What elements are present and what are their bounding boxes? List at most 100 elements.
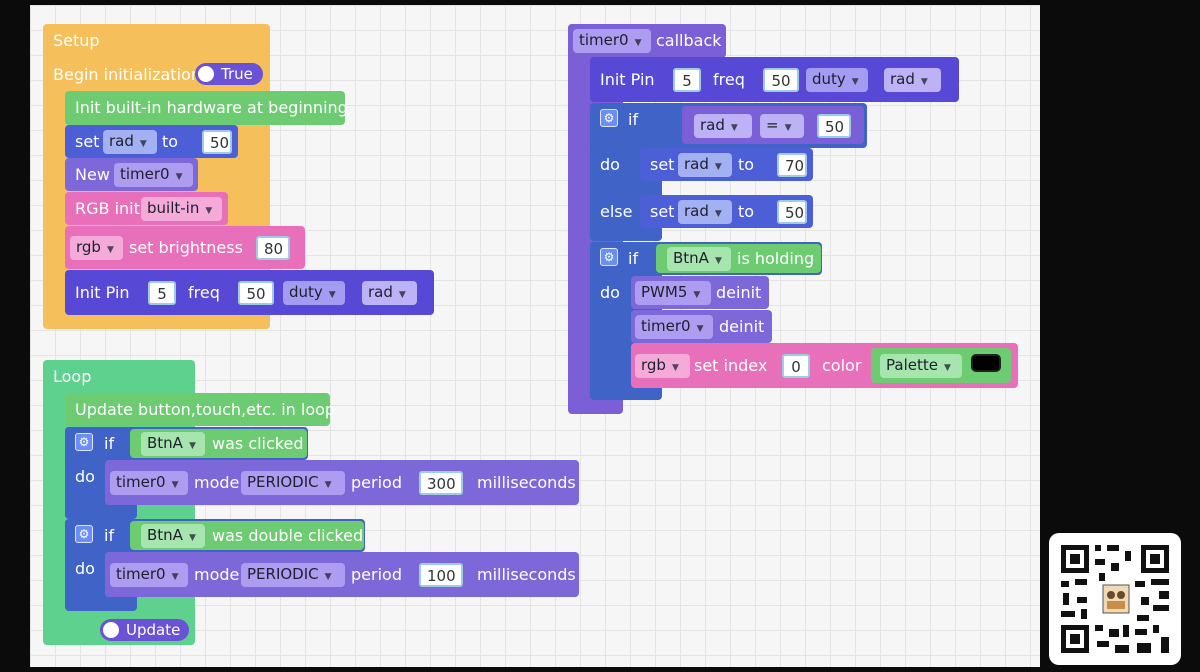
dropdown-arrow-icon: ▼ [171, 572, 179, 582]
dropdown-arrow-icon: ▼ [175, 172, 183, 182]
set-variable-dropdown[interactable]: rad ▼ [678, 200, 732, 224]
period-input[interactable]: 100 [419, 563, 463, 587]
do-keyword: do [75, 467, 95, 486]
mode-keyword: mode [194, 565, 240, 584]
freq-input[interactable]: 50 [763, 68, 799, 92]
rgb-init-dropdown[interactable]: built-in ▼ [141, 197, 222, 221]
palette-dropdown[interactable]: Palette ▼ [880, 354, 962, 378]
duty-variable-dropdown[interactable]: rad ▼ [884, 68, 941, 92]
freq-keyword: freq [188, 283, 220, 302]
freq-input[interactable]: 50 [238, 281, 274, 305]
set-keyword: set [650, 202, 675, 221]
btn-dropdown[interactable]: BtnA ▼ [667, 247, 731, 271]
duty-variable-dropdown[interactable]: rad ▼ [362, 281, 417, 305]
qr-code [1049, 533, 1181, 665]
dropdown-arrow-icon: ▼ [324, 572, 332, 582]
period-keyword: period [351, 565, 402, 584]
set-value-input[interactable]: 50 [777, 200, 807, 224]
do-keyword: do [600, 283, 620, 302]
new-keyword: New [75, 165, 110, 184]
compare-value-input[interactable]: 50 [817, 114, 851, 138]
dropdown-arrow-icon: ▼ [398, 290, 406, 300]
dropdown-arrow-icon: ▼ [943, 363, 951, 373]
callback-timer-dropdown[interactable]: timer0 ▼ [573, 29, 651, 53]
btn-dropdown[interactable]: BtnA ▼ [141, 524, 205, 548]
deinit-keyword: deinit [719, 317, 765, 336]
init-hw-label: Init built-in hardware at beginning [75, 98, 348, 117]
set-variable-dropdown[interactable]: rad ▼ [678, 153, 732, 177]
to-keyword: to [162, 132, 179, 151]
dropdown-arrow-icon: ▼ [714, 209, 722, 219]
dropdown-arrow-icon: ▼ [714, 162, 722, 172]
brightness-input[interactable]: 80 [256, 236, 290, 260]
compare-left-dropdown[interactable]: rad ▼ [694, 114, 752, 138]
dropdown-arrow-icon: ▼ [634, 38, 642, 48]
dropdown-arrow-icon: ▼ [188, 533, 196, 543]
dropdown-arrow-icon: ▼ [106, 245, 114, 255]
duty-dropdown[interactable]: duty ▼ [806, 68, 868, 92]
period-input[interactable]: 300 [419, 471, 463, 495]
pin-input[interactable]: 5 [148, 281, 176, 305]
dropdown-arrow-icon: ▼ [188, 441, 196, 451]
set-value-input[interactable]: 70 [777, 153, 807, 177]
duty-dropdown[interactable]: duty ▼ [283, 281, 345, 305]
period-keyword: period [351, 473, 402, 492]
mode-dropdown[interactable]: PERIODIC ▼ [241, 563, 345, 587]
callback-keyword: callback [656, 31, 722, 50]
set-keyword: set [75, 132, 100, 151]
if-keyword: if [628, 110, 639, 129]
dropdown-arrow-icon: ▼ [693, 290, 701, 300]
gear-icon[interactable]: ⚙ [75, 525, 93, 543]
gear-icon[interactable]: ⚙ [600, 109, 618, 127]
freq-keyword: freq [713, 70, 745, 89]
dropdown-arrow-icon: ▼ [671, 363, 679, 373]
to-keyword: to [738, 155, 755, 174]
set-index-keyword: set index [694, 356, 768, 375]
to-keyword: to [738, 202, 755, 221]
do-keyword: do [600, 155, 620, 174]
else-keyword: else [600, 202, 633, 221]
if-keyword: if [628, 249, 639, 268]
timer-dropdown[interactable]: timer0 ▼ [110, 563, 188, 587]
rgb-variable-dropdown[interactable]: rgb ▼ [635, 354, 690, 378]
begin-init-value: True [221, 65, 253, 83]
if-keyword: if [104, 526, 115, 545]
set-keyword: set [650, 155, 675, 174]
compare-operator-dropdown[interactable]: = ▼ [760, 114, 804, 138]
timer-dropdown[interactable]: timer0 ▼ [110, 471, 188, 495]
brightness-keyword: set brightness [129, 238, 243, 257]
qr-code-graphic [1061, 545, 1169, 653]
index-input[interactable]: 0 [782, 354, 810, 378]
gear-icon[interactable]: ⚙ [600, 248, 618, 266]
init-pin-keyword: Init Pin [600, 70, 655, 89]
btn-event-label: was clicked [212, 434, 304, 453]
color-keyword: color [822, 356, 862, 375]
new-timer-dropdown[interactable]: timer0 ▼ [114, 163, 193, 187]
dropdown-arrow-icon: ▼ [920, 77, 928, 87]
dropdown-arrow-icon: ▼ [171, 480, 179, 490]
btn-event-label: is holding [737, 249, 815, 268]
rgb-init-keyword: RGB init [75, 199, 140, 218]
update-toggle[interactable]: Update [100, 619, 189, 641]
pin-input[interactable]: 5 [673, 68, 701, 92]
dropdown-arrow-icon: ▼ [784, 123, 792, 133]
btn-dropdown[interactable]: BtnA ▼ [141, 432, 205, 456]
btn-event-label: was double clicked [212, 526, 364, 545]
rgb-variable-dropdown[interactable]: rgb ▼ [70, 236, 123, 260]
update-loop-label: Update button,touch,etc. in loop [75, 400, 336, 419]
set-value-input[interactable]: 50 [202, 130, 232, 154]
mode-dropdown[interactable]: PERIODIC ▼ [241, 471, 345, 495]
loop-title: Loop [53, 367, 92, 386]
gear-icon[interactable]: ⚙ [75, 433, 93, 451]
begin-init-toggle[interactable]: True [195, 63, 263, 85]
color-swatch[interactable] [971, 354, 1001, 372]
pwm-dropdown[interactable]: PWM5 ▼ [635, 281, 711, 305]
dropdown-arrow-icon: ▼ [328, 290, 336, 300]
timer-dropdown[interactable]: timer0 ▼ [635, 315, 713, 339]
begin-init-label: Begin initialization [53, 65, 201, 84]
update-toggle-label: Update [126, 621, 181, 639]
dropdown-arrow-icon: ▼ [205, 206, 213, 216]
dropdown-arrow-icon: ▼ [730, 123, 738, 133]
setup-title: Setup [53, 31, 100, 50]
set-variable-dropdown[interactable]: rad ▼ [103, 130, 157, 154]
